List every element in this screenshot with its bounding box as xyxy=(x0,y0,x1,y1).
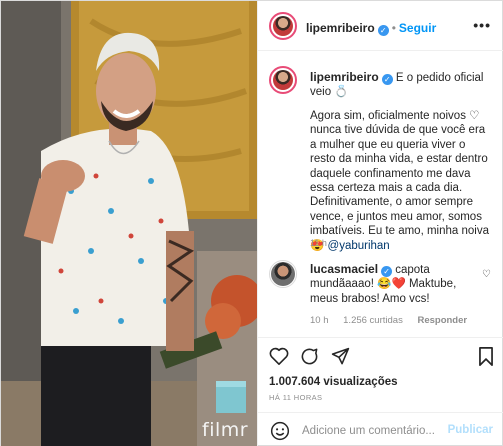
caption-title: lipemribeiro ✓ E o pedido oficial veio 💍 xyxy=(310,70,490,99)
author-avatar[interactable] xyxy=(269,12,297,40)
post-header: lipemribeiro ✓ • Seguir ••• xyxy=(258,1,503,51)
publish-button[interactable]: Publicar xyxy=(448,424,493,436)
comment-icon[interactable] xyxy=(300,347,319,371)
caption-author-avatar[interactable] xyxy=(269,66,297,94)
comment-input[interactable] xyxy=(302,421,442,441)
add-comment-bar: Publicar xyxy=(258,412,503,446)
comment-timestamp: 10 h xyxy=(310,315,329,326)
commenter-username[interactable]: lucasmaciel xyxy=(310,262,378,276)
caption-body-text: Agora sim, oficialmente noivos ♡ nunca t… xyxy=(310,110,489,252)
author-username[interactable]: lipemribeiro xyxy=(306,21,375,35)
more-options-icon[interactable]: ••• xyxy=(473,17,491,33)
follow-button[interactable]: Seguir xyxy=(399,21,436,35)
comment-like-icon[interactable]: ♡ xyxy=(482,269,491,280)
post-actions: 1.007.604 visualizações HÁ 11 HORAS Publ… xyxy=(258,337,503,446)
post-date: HÁ 11 HORAS xyxy=(269,393,323,402)
video-frame-illustration xyxy=(1,1,257,446)
emoji-icon[interactable] xyxy=(270,421,290,446)
caption-body: Agora sim, oficialmente noivos ♡ nunca t… xyxy=(310,109,494,253)
comment-meta: 10 h 1.256 curtidas Responder xyxy=(310,315,479,326)
instagram-post: filmr lipemribeiro ✓ • Seguir ••• lipemribe… xyxy=(0,0,503,446)
commenter-avatar[interactable] xyxy=(269,260,297,288)
verified-badge-icon: ✓ xyxy=(381,74,393,85)
views-count[interactable]: 1.007.604 visualizações xyxy=(269,376,398,388)
verified-badge-icon: ✓ xyxy=(381,266,393,277)
share-icon[interactable] xyxy=(331,347,350,371)
post-video[interactable]: filmr xyxy=(1,1,257,446)
mention-link[interactable]: @yaburihan xyxy=(328,240,390,252)
verified-badge-icon: ✓ xyxy=(377,25,389,36)
caption-username[interactable]: lipemribeiro xyxy=(310,70,379,84)
caption-timestamp: 11 h xyxy=(310,238,327,248)
comment-likes-count[interactable]: 1.256 curtidas xyxy=(343,315,403,326)
header-user-line: lipemribeiro ✓ • Seguir xyxy=(306,19,436,37)
bookmark-icon[interactable] xyxy=(478,347,494,371)
post-side-panel: lipemribeiro ✓ • Seguir ••• lipemribeiro ✓ E… xyxy=(257,1,503,446)
filmr-watermark: filmr xyxy=(202,419,249,441)
reply-button[interactable]: Responder xyxy=(417,315,467,326)
heart-icon[interactable] xyxy=(269,347,289,370)
separator-dot: • xyxy=(391,21,396,35)
comment-item: lucasmaciel ✓ capota mundãaaao! 😂❤️ Maktu… xyxy=(310,262,470,306)
comments-section: lipemribeiro ✓ E o pedido oficial veio 💍 … xyxy=(258,52,503,337)
